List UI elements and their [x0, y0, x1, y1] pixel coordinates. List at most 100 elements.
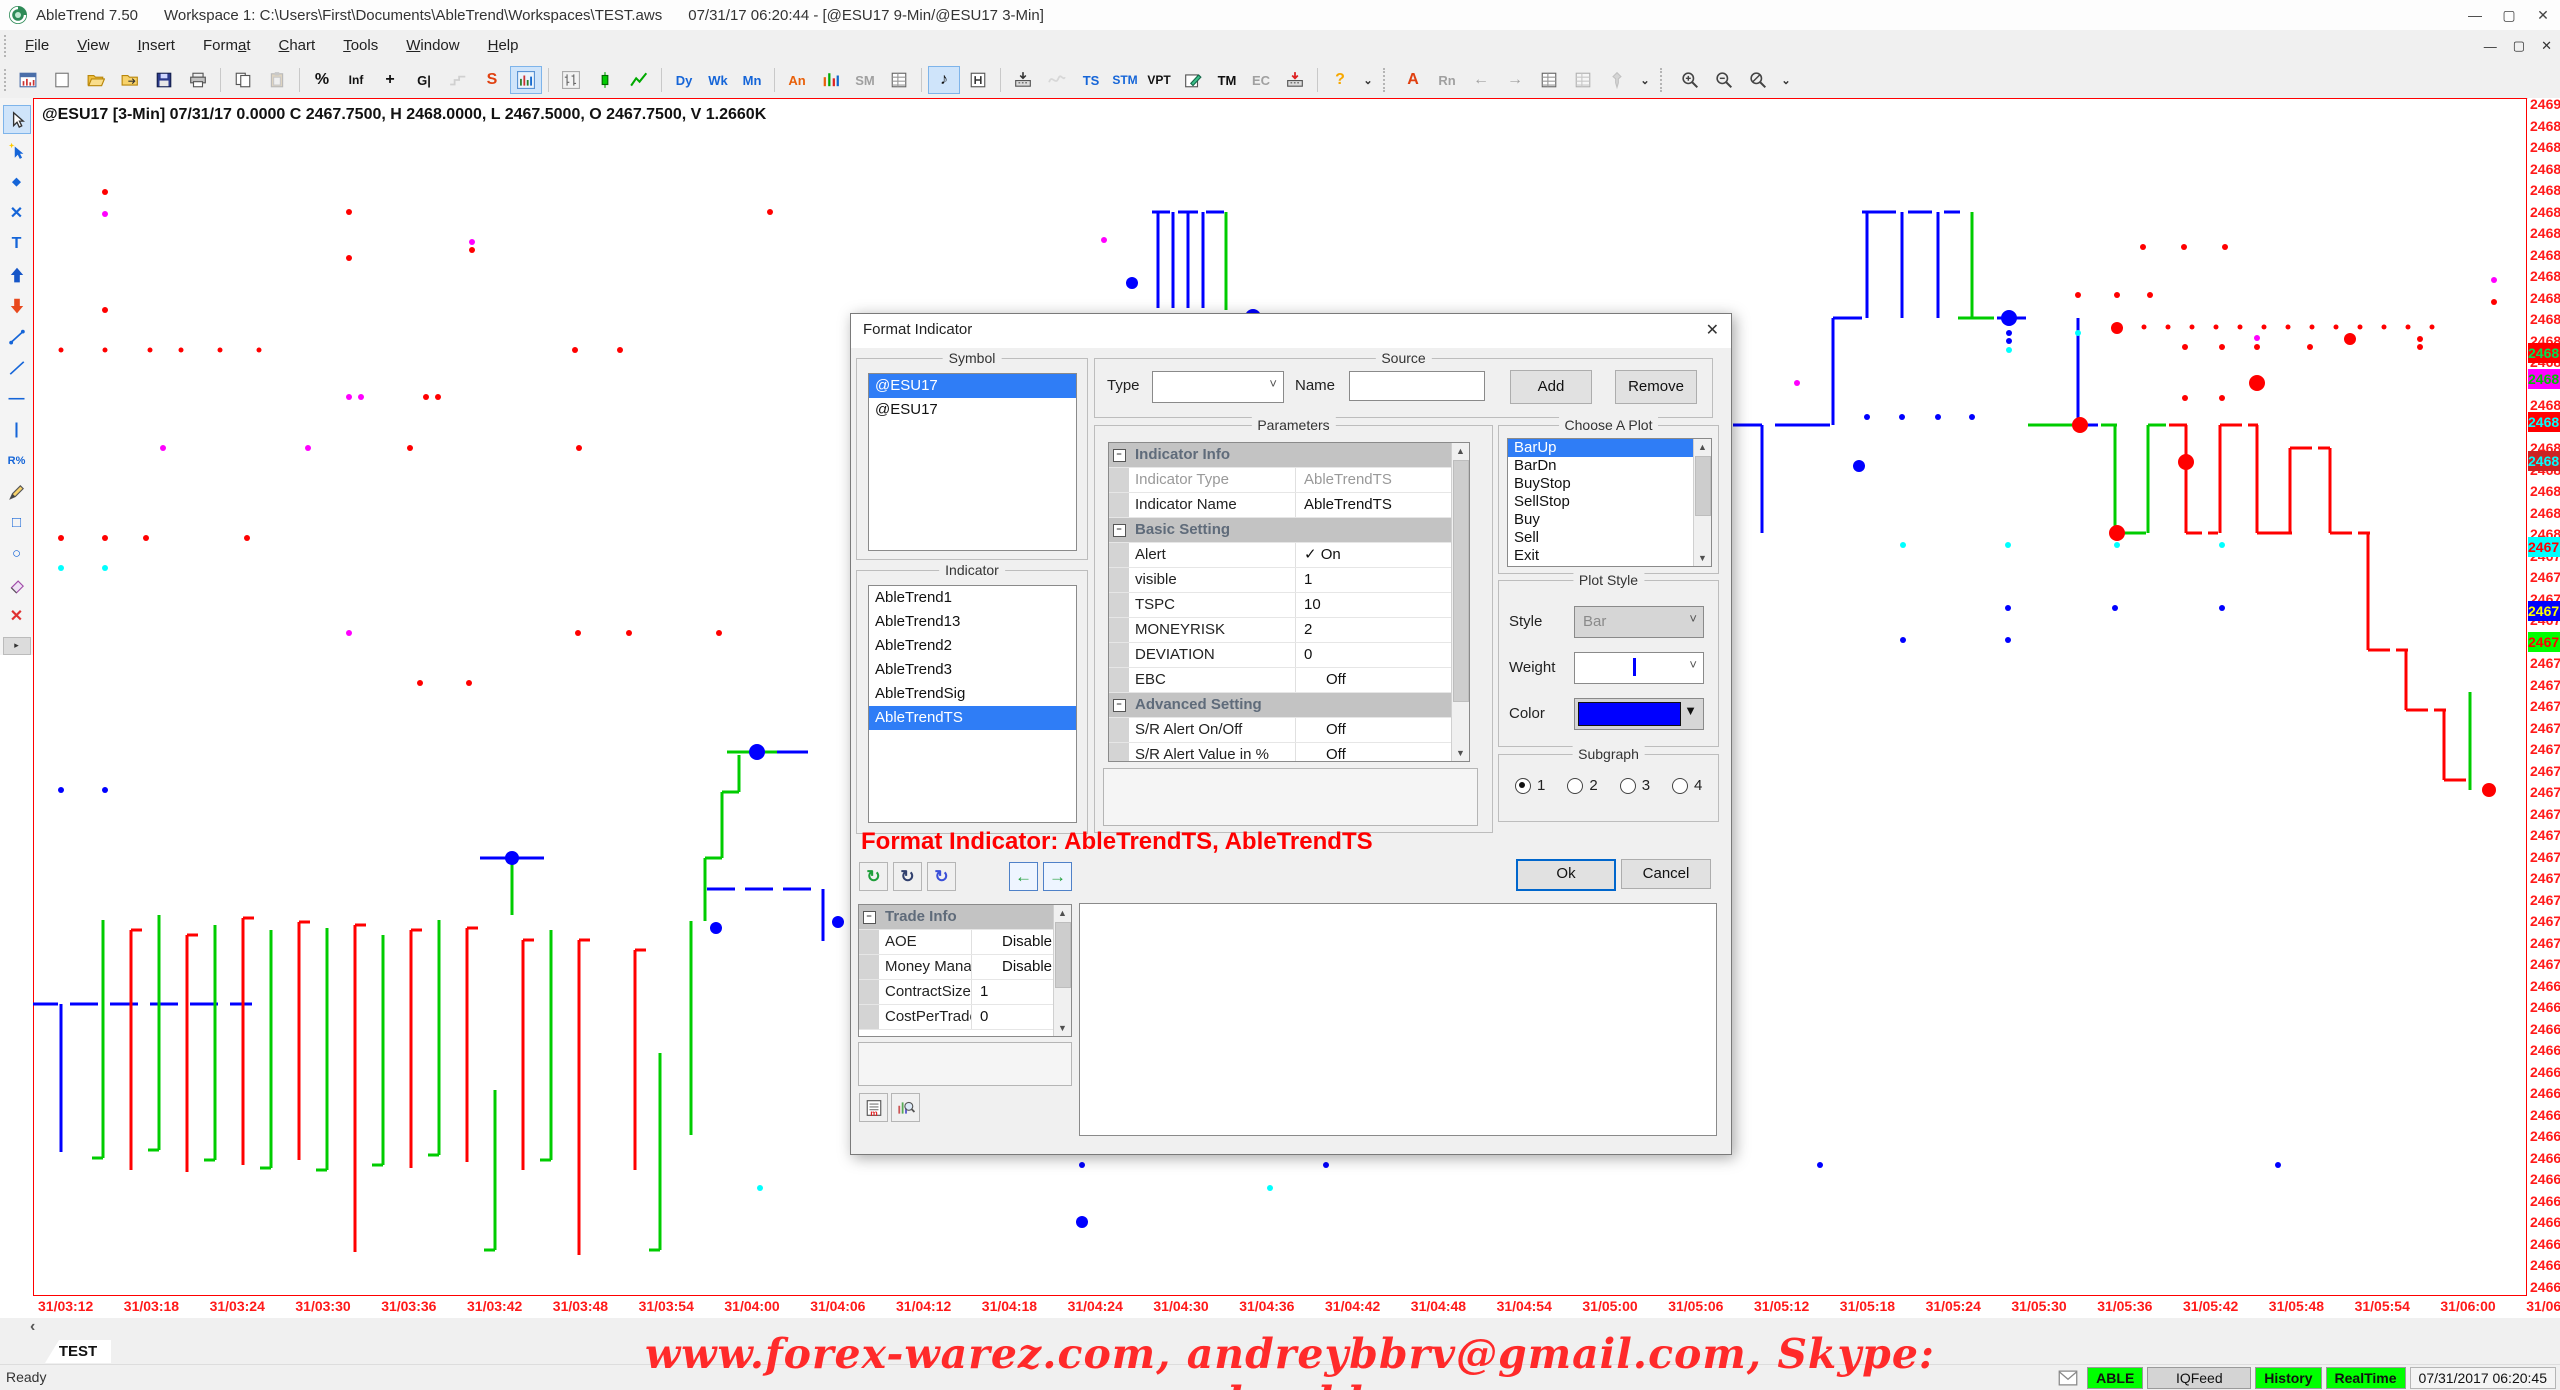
- new-chart-icon[interactable]: [46, 66, 78, 94]
- toolbar-expander-button[interactable]: ▸: [3, 637, 31, 655]
- indicator-item[interactable]: AbleTrendTS: [869, 706, 1076, 730]
- text-tool[interactable]: T: [3, 229, 31, 258]
- ec-icon[interactable]: EC: [1245, 66, 1277, 94]
- remove-button[interactable]: Remove: [1615, 370, 1697, 404]
- export-data-icon[interactable]: [1279, 66, 1311, 94]
- alert-icon[interactable]: A: [1397, 66, 1429, 94]
- collapse-toggle[interactable]: −: [1109, 518, 1129, 542]
- quote-grid-icon[interactable]: [883, 66, 915, 94]
- cancel-button[interactable]: Cancel: [1621, 859, 1711, 889]
- menu-view[interactable]: View: [63, 30, 123, 62]
- plot-item[interactable]: SellStop: [1508, 493, 1700, 511]
- ok-button[interactable]: Ok: [1516, 859, 1616, 891]
- zoom-off-icon[interactable]: [1742, 66, 1774, 94]
- collapse-toggle[interactable]: −: [1109, 443, 1129, 467]
- overflow3-icon[interactable]: ⌄: [1776, 66, 1796, 94]
- recalc-icon[interactable]: ↻: [893, 862, 922, 891]
- indicator-item[interactable]: AbleTrend2: [869, 634, 1076, 658]
- pencil-tool[interactable]: [3, 477, 31, 506]
- gap-icon[interactable]: G|: [408, 66, 440, 94]
- analysis-icon[interactable]: An: [781, 66, 813, 94]
- hotkey-icon[interactable]: [962, 66, 994, 94]
- grid-row[interactable]: MONEYRISK2: [1109, 618, 1469, 643]
- delete-tool[interactable]: ✕: [3, 601, 31, 630]
- trade-info-scrollbar[interactable]: ▲ ▼: [1053, 905, 1071, 1036]
- mdi-restore-button[interactable]: ▢: [2513, 38, 2525, 54]
- grid-row-value[interactable]: Off: [1295, 668, 1469, 692]
- dialog-title-bar[interactable]: Format Indicator ✕: [851, 314, 1731, 348]
- print-icon[interactable]: [182, 66, 214, 94]
- hline-tool[interactable]: —: [3, 384, 31, 413]
- stm-icon[interactable]: STM: [1109, 66, 1141, 94]
- add-button[interactable]: Add: [1510, 370, 1592, 404]
- dialog-close-icon[interactable]: ✕: [1706, 320, 1719, 340]
- eraser-tool[interactable]: [3, 570, 31, 599]
- grid-group-row[interactable]: −Advanced Setting: [1109, 693, 1469, 718]
- sm-icon[interactable]: SM: [849, 66, 881, 94]
- indicator-item[interactable]: AbleTrend3: [869, 658, 1076, 682]
- plus-icon[interactable]: +: [374, 66, 406, 94]
- color-combo[interactable]: ▼: [1574, 698, 1704, 730]
- name-input[interactable]: [1349, 371, 1485, 401]
- zoom-in-icon[interactable]: [1674, 66, 1706, 94]
- vline-tool[interactable]: |: [3, 415, 31, 444]
- zoom-out-icon[interactable]: [1708, 66, 1740, 94]
- scroll-left-arrow-icon[interactable]: ‹: [30, 1318, 35, 1336]
- subgraph-radio-4[interactable]: 4: [1672, 777, 1702, 794]
- grid-row[interactable]: DEVIATION0: [1109, 643, 1469, 668]
- grid-row-value[interactable]: 2: [1295, 618, 1469, 642]
- dot-tool[interactable]: ◆: [3, 167, 31, 196]
- trendline-tool[interactable]: [3, 322, 31, 351]
- indicator-item[interactable]: AbleTrend13: [869, 610, 1076, 634]
- menu-tools[interactable]: Tools: [329, 30, 392, 62]
- refresh-icon[interactable]: ↻: [927, 862, 956, 891]
- grid-row-value[interactable]: AbleTrendTS: [1295, 493, 1469, 517]
- grid-group-row[interactable]: −Indicator Info: [1109, 443, 1469, 468]
- grid-row[interactable]: CostPerTrade0: [859, 1005, 1071, 1030]
- bar-style-icon[interactable]: [555, 66, 587, 94]
- mark-x-tool[interactable]: ✕: [3, 198, 31, 227]
- grid-row[interactable]: S/R Alert On/OffOff: [1109, 718, 1469, 743]
- close-button[interactable]: ✕: [2526, 0, 2560, 30]
- volume-bars-icon[interactable]: [815, 66, 847, 94]
- symbol-item[interactable]: @ESU17: [869, 374, 1076, 398]
- rect-tool[interactable]: □: [3, 508, 31, 537]
- grid-row-value[interactable]: 10: [1295, 593, 1469, 617]
- copy-icon[interactable]: [227, 66, 259, 94]
- sound-alert-icon[interactable]: ♪: [928, 66, 960, 94]
- up-arrow-tool[interactable]: [3, 260, 31, 289]
- overflow2-icon[interactable]: ⌄: [1635, 66, 1655, 94]
- grid-row[interactable]: Alert✓ On: [1109, 543, 1469, 568]
- maximize-button[interactable]: ▢: [2492, 0, 2526, 30]
- plot-item[interactable]: Sell: [1508, 529, 1700, 547]
- grid-row[interactable]: S/R Alert Value in %Off: [1109, 743, 1469, 762]
- symbol-item[interactable]: @ESU17: [869, 398, 1076, 422]
- collapse-toggle[interactable]: −: [1109, 693, 1129, 717]
- overflow-icon[interactable]: ⌄: [1358, 66, 1378, 94]
- help-icon[interactable]: ?: [1324, 66, 1356, 94]
- grid-row-value[interactable]: 1: [1295, 568, 1469, 592]
- grid-row[interactable]: TSPC10: [1109, 593, 1469, 618]
- menu-insert[interactable]: Insert: [123, 30, 189, 62]
- menu-chart[interactable]: Chart: [264, 30, 329, 62]
- grid-row[interactable]: Indicator NameAbleTrendTS: [1109, 493, 1469, 518]
- subgraph-radio-3[interactable]: 3: [1620, 777, 1650, 794]
- trade-info-grid[interactable]: −Trade InfoAOEDisableMoney ManaDisableCo…: [858, 904, 1072, 1037]
- type-combo[interactable]: ˅: [1152, 371, 1284, 403]
- plot-item[interactable]: BarUp: [1508, 439, 1700, 457]
- plot-list[interactable]: BarUpBarDnBuyStopSellStopBuySellExit ▲ ▼: [1507, 438, 1712, 567]
- grid-row[interactable]: visible1: [1109, 568, 1469, 593]
- chart-window-icon[interactable]: [12, 66, 44, 94]
- pointer-tool[interactable]: [3, 105, 31, 134]
- plot-item[interactable]: BarDn: [1508, 457, 1700, 475]
- grid-row[interactable]: Indicator TypeAbleTrendTS: [1109, 468, 1469, 493]
- grid-row[interactable]: AOEDisable: [859, 930, 1071, 955]
- report-button[interactable]: m: [859, 1093, 888, 1122]
- indicator-list[interactable]: AbleTrend1AbleTrend13AbleTrend2AbleTrend…: [868, 585, 1077, 823]
- percent-icon[interactable]: %: [306, 66, 338, 94]
- menu-format[interactable]: Format: [189, 30, 265, 62]
- close-workspace-icon[interactable]: [114, 66, 146, 94]
- monthly-icon[interactable]: Mn: [736, 66, 768, 94]
- menu-window[interactable]: Window: [392, 30, 473, 62]
- candle-style-icon[interactable]: [589, 66, 621, 94]
